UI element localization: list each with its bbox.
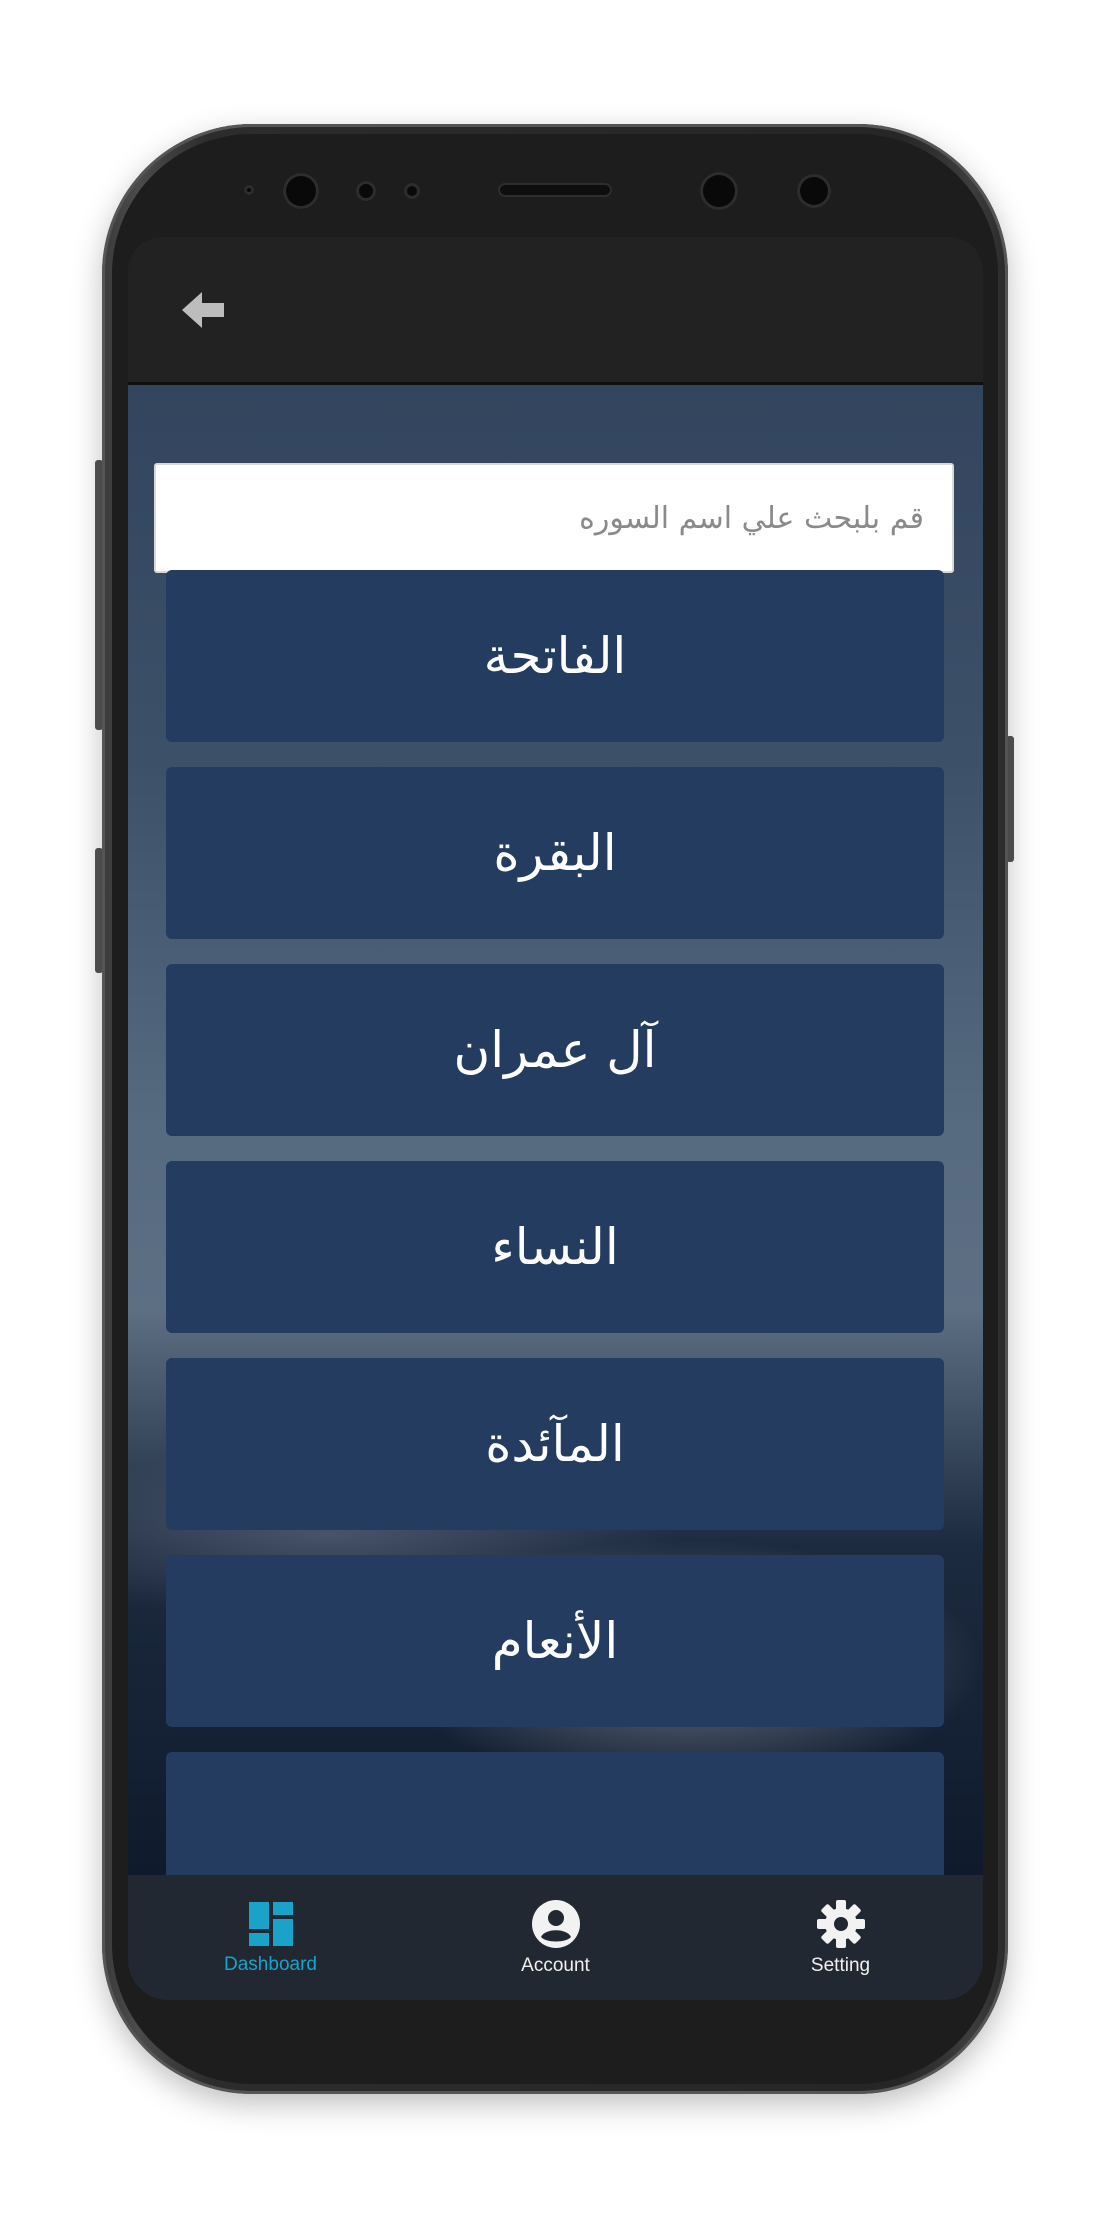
- nav-setting-label: Setting: [810, 1954, 871, 1976]
- nav-setting[interactable]: Setting: [698, 1875, 983, 2000]
- sensor-dot: [244, 185, 254, 195]
- gear-icon: [816, 1899, 865, 1948]
- surah-button-an-nisa[interactable]: النساء: [166, 1161, 944, 1333]
- arrow-left-icon: [182, 292, 224, 328]
- surah-button-al-maidah[interactable]: المآئدة: [166, 1358, 944, 1530]
- front-camera: [700, 172, 738, 210]
- earpiece-speaker: [498, 183, 612, 197]
- dashboard-icon: [248, 1901, 293, 1946]
- account-circle-icon: [531, 1899, 580, 1948]
- bottom-navigation: Dashboard Account Setting: [128, 1875, 983, 2000]
- nav-account[interactable]: Account: [413, 1875, 698, 2000]
- app-screen: الفاتحة البقرة آل عمران النساء المآئدة ا…: [128, 237, 983, 2000]
- surah-button-al-baqarah[interactable]: البقرة: [166, 767, 944, 939]
- sensor-dot: [797, 174, 831, 208]
- surah-button-al-anam[interactable]: الأنعام: [166, 1555, 944, 1727]
- surah-list-area[interactable]: الفاتحة البقرة آل عمران النساء المآئدة ا…: [128, 385, 983, 1875]
- sensor-dot: [356, 181, 376, 201]
- search-input[interactable]: [156, 465, 952, 571]
- front-camera: [283, 173, 319, 209]
- surah-list: الفاتحة البقرة آل عمران النساء المآئدة ا…: [166, 570, 944, 1875]
- app-bar: [128, 237, 983, 385]
- search-field[interactable]: [154, 463, 954, 573]
- nav-dashboard[interactable]: Dashboard: [128, 1875, 413, 2000]
- back-button[interactable]: [178, 285, 228, 335]
- nav-dashboard-label: Dashboard: [224, 1953, 317, 1975]
- surah-button-partial[interactable]: [166, 1752, 944, 1875]
- nav-account-label: Account: [521, 1954, 590, 1976]
- device-mockup: الفاتحة البقرة آل عمران النساء المآئدة ا…: [0, 0, 1110, 2220]
- surah-button-al-imran[interactable]: آل عمران: [166, 964, 944, 1136]
- surah-button-al-fatiha[interactable]: الفاتحة: [166, 570, 944, 742]
- sensor-dot: [404, 183, 420, 199]
